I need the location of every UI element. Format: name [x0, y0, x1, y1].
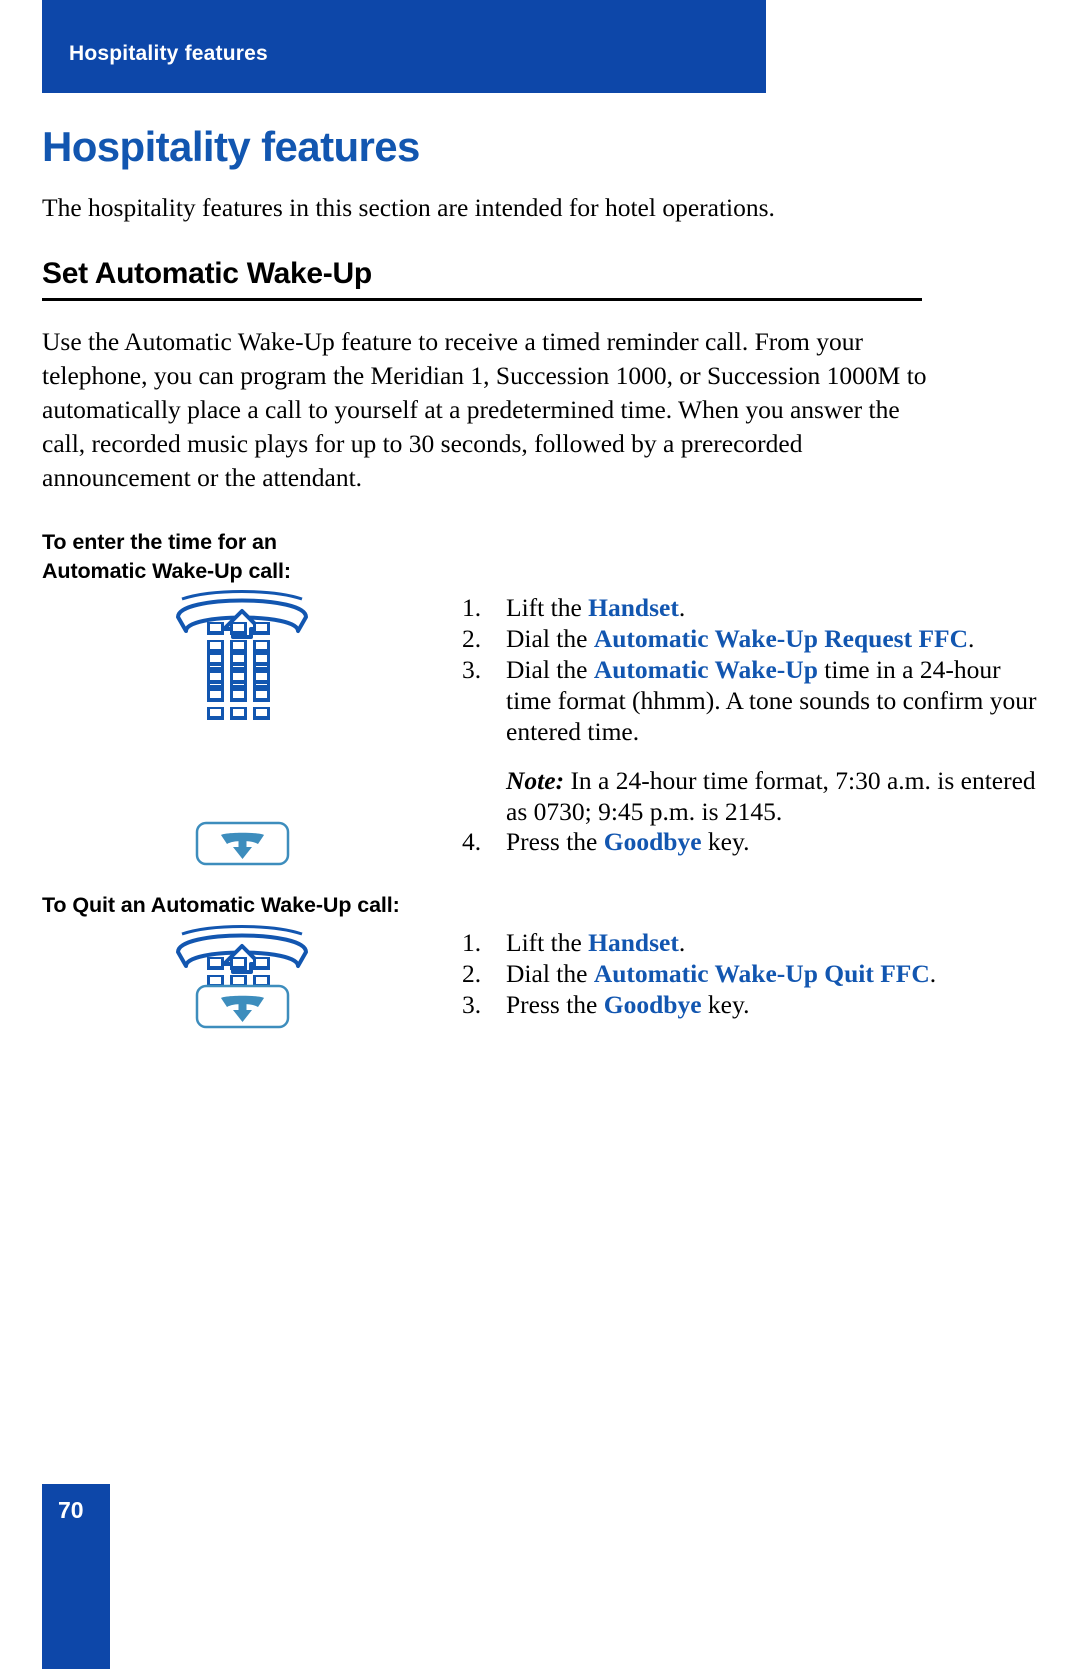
step-keyword: Automatic Wake-Up Quit FFC	[593, 958, 930, 988]
procedure-step: 2. Dial the Automatic Wake-Up Request FFC…	[462, 624, 1038, 655]
step-keyword: Handset	[588, 928, 679, 958]
step-text: Press the Goodbye key.	[506, 990, 1038, 1021]
step-text-fragment: key.	[701, 989, 750, 1019]
step-keyword: Automatic Wake-Up	[593, 655, 818, 685]
step-number: 3.	[462, 655, 482, 685]
step-number: 2.	[462, 958, 482, 988]
section-body-paragraph: Use the Automatic Wake-Up feature to rec…	[42, 327, 927, 493]
procedure-step: 3. Dial the Automatic Wake-Up time in a 2…	[462, 655, 1038, 748]
step-text-fragment: Dial the	[506, 958, 594, 988]
step-text: Dial the Automatic Wake-Up Request FFC.	[506, 624, 1038, 655]
step-keyword: Handset	[588, 593, 679, 623]
step-text-fragment: .	[678, 928, 686, 958]
procedure-step: 3. Press the Goodbye key.	[462, 990, 1038, 1021]
section-heading-rule	[42, 298, 922, 302]
step-text-fragment: .	[968, 624, 975, 654]
procedure-icon-column	[42, 925, 462, 1029]
procedure-step-column: 1. Lift the Handset. 2. Dial the Automatic …	[462, 593, 1038, 858]
procedure-step: 4. Press the Goodbye key.	[462, 827, 1038, 858]
step-text-fragment: .	[929, 958, 937, 988]
procedure-step-column: 1. Lift the Handset. 2. Dial the Automatic …	[462, 928, 1038, 1021]
procedure-icon-column	[42, 590, 462, 866]
step-text: Lift the Handset.	[506, 593, 1038, 624]
note-label: Note:	[506, 765, 565, 795]
page-number: 70	[58, 1497, 84, 1523]
procedure-heading-line: To Quit an Automatic Wake-Up call:	[42, 893, 400, 918]
step-keyword: Goodbye	[603, 989, 702, 1019]
step-text-fragment: key.	[701, 827, 750, 857]
step-text-fragment: Press the	[506, 989, 604, 1019]
step-number: 1.	[462, 593, 482, 623]
page-content: Hospitality features The hospitality fea…	[42, 93, 1038, 1029]
procedure-steps: 1. Lift the Handset. 2. Dial the Automatic …	[42, 925, 1038, 1029]
procedure-heading: To Quit an Automatic Wake-Up call:	[42, 891, 1038, 920]
procedures-container: To enter the time for an Automatic Wake-U…	[42, 528, 1038, 1029]
step-keyword: Goodbye	[603, 827, 702, 857]
section-heading: Set Automatic Wake-Up	[42, 257, 372, 291]
note-body: In a 24-hour time format, 7:30 a.m. is e…	[506, 765, 1036, 826]
page-title: Hospitality features	[42, 123, 420, 170]
goodbye-key-icon	[42, 984, 442, 1029]
procedure-heading-line: Automatic Wake-Up call:	[42, 558, 291, 583]
running-header-title: Hospitality features	[69, 41, 268, 65]
step-text: Dial the Automatic Wake-Up Quit FFC.	[506, 959, 1038, 990]
step-text-fragment: Press the	[506, 827, 604, 857]
goodbye-key-icon	[42, 821, 442, 866]
procedure-heading: To enter the time for an Automatic Wake-U…	[42, 528, 1038, 585]
step-text-fragment: Dial the	[506, 655, 594, 685]
procedure-steps: 1. Lift the Handset. 2. Dial the Automatic …	[42, 590, 1038, 866]
step-text-fragment: Lift the	[506, 928, 589, 958]
step-keyword: Automatic Wake-Up Request FFC	[593, 624, 969, 654]
procedure-step: 1. Lift the Handset.	[462, 593, 1038, 624]
step-text-fragment: .	[678, 593, 686, 623]
step-number: 2.	[462, 624, 482, 654]
procedure-step-note: Note: In a 24-hour time format, 7:30 a.m…	[462, 766, 1038, 828]
step-text-fragment: Lift the	[506, 593, 589, 623]
page-number-box: 70	[42, 1484, 110, 1669]
step-text: Press the Goodbye key.	[506, 827, 1038, 858]
step-text-fragment: Dial the	[506, 624, 594, 654]
chapter-intro-paragraph: The hospitality features in this section…	[42, 193, 775, 222]
keypad-icon	[42, 649, 442, 735]
running-header-bar: Hospitality features	[42, 0, 766, 93]
step-text: Dial the Automatic Wake-Up time in a 24-…	[506, 655, 1038, 748]
note-indent	[462, 766, 506, 828]
step-text: Lift the Handset.	[506, 928, 1038, 959]
step-number: 1.	[462, 928, 482, 958]
note-text: Note: In a 24-hour time format, 7:30 a.m…	[506, 766, 1038, 828]
procedure-step: 1. Lift the Handset.	[462, 928, 1038, 959]
procedure-heading-line: To enter the time for an	[42, 530, 277, 555]
step-number: 3.	[462, 989, 482, 1019]
step-number: 4.	[462, 827, 482, 857]
procedure-step: 2. Dial the Automatic Wake-Up Quit FFC.	[462, 959, 1038, 990]
